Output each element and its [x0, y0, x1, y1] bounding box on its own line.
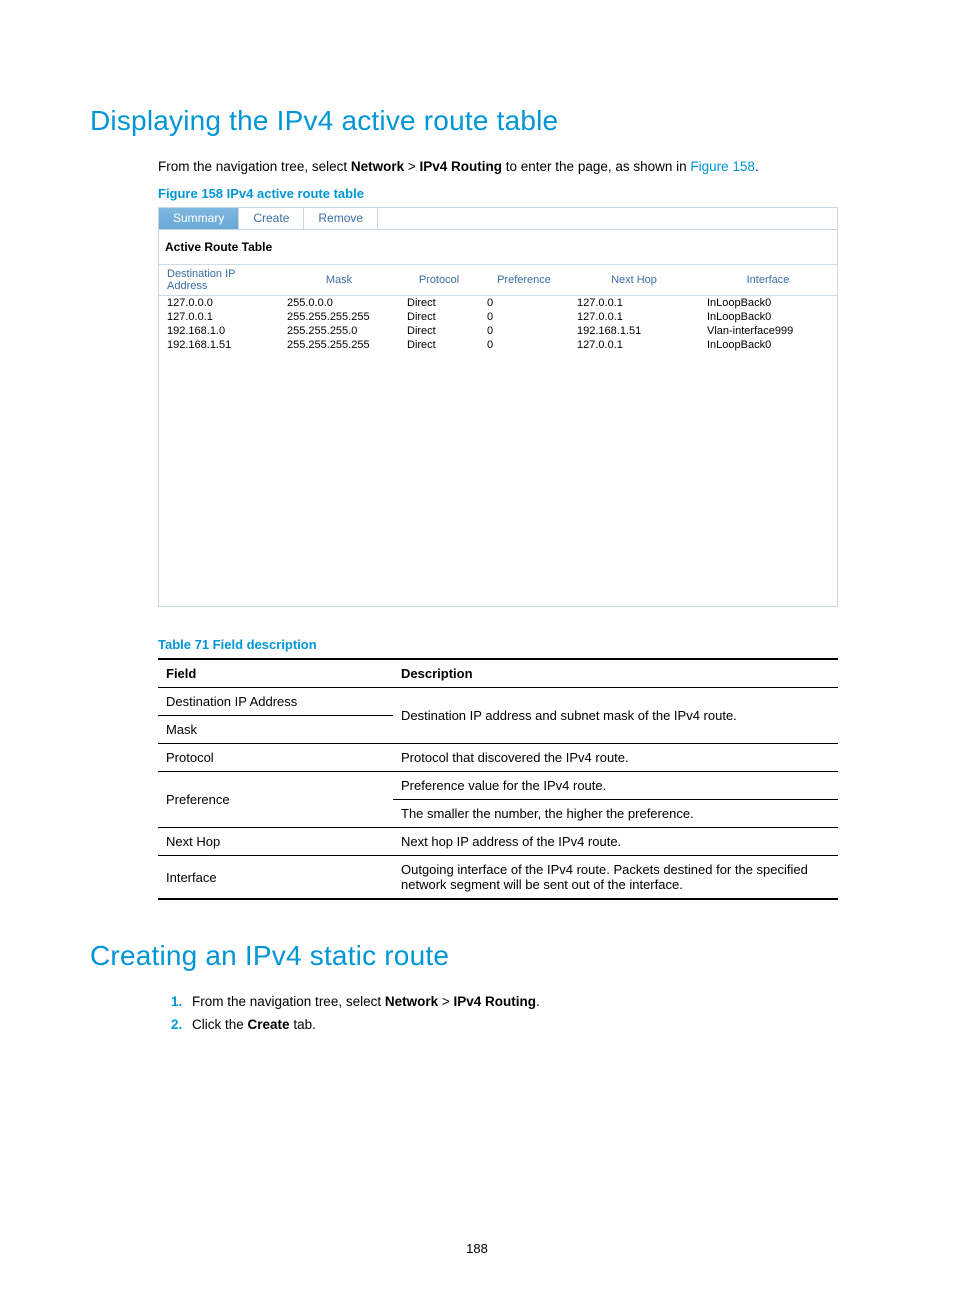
cell-nexthop: 192.168.1.51 [569, 324, 699, 338]
desc-field: Preference [158, 772, 393, 828]
table-row: 192.168.1.0 255.255.255.0 Direct 0 192.1… [159, 324, 837, 338]
intro-sep: > [404, 159, 419, 174]
cell-dest: 192.168.1.0 [159, 324, 279, 338]
heading-creating: Creating an IPv4 static route [90, 940, 864, 972]
cell-pref: 0 [479, 338, 569, 352]
desc-text: The smaller the number, the higher the p… [393, 800, 838, 828]
panel-empty-space [159, 352, 837, 602]
intro-paragraph: From the navigation tree, select Network… [158, 159, 864, 174]
desc-text: Next hop IP address of the IPv4 route. [393, 828, 838, 856]
desc-row: Destination IP Address Destination IP ad… [158, 688, 838, 716]
cell-pref: 0 [479, 296, 569, 311]
desc-col-desc: Description [393, 659, 838, 688]
col-pref[interactable]: Preference [479, 265, 569, 296]
cell-nexthop: 127.0.0.1 [569, 338, 699, 352]
desc-text: Outgoing interface of the IPv4 route. Pa… [393, 856, 838, 900]
step1-sep: > [438, 994, 453, 1009]
table-row: 192.168.1.51 255.255.255.255 Direct 0 12… [159, 338, 837, 352]
step2-suffix: tab. [290, 1017, 316, 1032]
step1-suffix: . [536, 994, 540, 1009]
desc-row: Preference Preference value for the IPv4… [158, 772, 838, 800]
steps-list: From the navigation tree, select Network… [158, 994, 864, 1032]
cell-proto: Direct [399, 296, 479, 311]
col-mask[interactable]: Mask [279, 265, 399, 296]
figure-caption: Figure 158 IPv4 active route table [158, 186, 864, 201]
desc-field: Next Hop [158, 828, 393, 856]
cell-iface: InLoopBack0 [699, 310, 837, 324]
step1-nav-ipv4routing: IPv4 Routing [454, 994, 537, 1009]
table-row: 127.0.0.0 255.0.0.0 Direct 0 127.0.0.1 I… [159, 296, 837, 311]
intro-nav-ipv4routing: IPv4 Routing [420, 159, 503, 174]
intro-mid: to enter the page, as shown in [502, 159, 690, 174]
table-caption: Table 71 Field description [158, 637, 864, 652]
cell-nexthop: 127.0.0.1 [569, 310, 699, 324]
table-row: 127.0.0.1 255.255.255.255 Direct 0 127.0… [159, 310, 837, 324]
heading-displaying: Displaying the IPv4 active route table [90, 105, 864, 137]
field-description-table: Field Description Destination IP Address… [158, 658, 838, 900]
cell-proto: Direct [399, 310, 479, 324]
tab-create[interactable]: Create [239, 208, 304, 229]
figure-link[interactable]: Figure 158 [690, 159, 755, 174]
cell-proto: Direct [399, 324, 479, 338]
desc-row: Protocol Protocol that discovered the IP… [158, 744, 838, 772]
panel-title: Active Route Table [159, 238, 837, 264]
intro-suffix: . [755, 159, 759, 174]
step1-prefix: From the navigation tree, select [192, 994, 385, 1009]
desc-text: Preference value for the IPv4 route. [393, 772, 838, 800]
cell-dest: 192.168.1.51 [159, 338, 279, 352]
cell-pref: 0 [479, 310, 569, 324]
desc-row: Next Hop Next hop IP address of the IPv4… [158, 828, 838, 856]
cell-mask: 255.255.255.0 [279, 324, 399, 338]
col-iface[interactable]: Interface [699, 265, 837, 296]
cell-mask: 255.255.255.255 [279, 338, 399, 352]
tab-bar: Summary Create Remove [159, 208, 837, 230]
intro-nav-network: Network [351, 159, 404, 174]
desc-field: Interface [158, 856, 393, 900]
step-2: Click the Create tab. [186, 1017, 864, 1032]
cell-dest: 127.0.0.0 [159, 296, 279, 311]
col-proto[interactable]: Protocol [399, 265, 479, 296]
cell-iface: InLoopBack0 [699, 338, 837, 352]
desc-field: Mask [158, 716, 393, 744]
step1-nav-network: Network [385, 994, 438, 1009]
route-table: Destination IP Address Mask Protocol Pre… [159, 264, 837, 352]
cell-iface: InLoopBack0 [699, 296, 837, 311]
intro-text: From the navigation tree, select [158, 159, 351, 174]
page-number: 188 [0, 1241, 954, 1256]
tab-remove[interactable]: Remove [304, 208, 378, 229]
cell-mask: 255.0.0.0 [279, 296, 399, 311]
cell-iface: Vlan-interface999 [699, 324, 837, 338]
cell-nexthop: 127.0.0.1 [569, 296, 699, 311]
desc-col-field: Field [158, 659, 393, 688]
desc-field: Protocol [158, 744, 393, 772]
panel-body: Active Route Table Destination IP Addres… [159, 230, 837, 606]
col-nexthop[interactable]: Next Hop [569, 265, 699, 296]
step-1: From the navigation tree, select Network… [186, 994, 864, 1009]
route-header-row: Destination IP Address Mask Protocol Pre… [159, 265, 837, 296]
tab-summary[interactable]: Summary [159, 208, 239, 229]
step2-prefix: Click the [192, 1017, 248, 1032]
step2-create: Create [248, 1017, 290, 1032]
cell-proto: Direct [399, 338, 479, 352]
desc-text: Protocol that discovered the IPv4 route. [393, 744, 838, 772]
desc-header-row: Field Description [158, 659, 838, 688]
cell-dest: 127.0.0.1 [159, 310, 279, 324]
desc-row: Interface Outgoing interface of the IPv4… [158, 856, 838, 900]
cell-pref: 0 [479, 324, 569, 338]
desc-field: Destination IP Address [158, 688, 393, 716]
route-panel: Summary Create Remove Active Route Table… [158, 207, 838, 607]
desc-text: Destination IP address and subnet mask o… [393, 688, 838, 744]
cell-mask: 255.255.255.255 [279, 310, 399, 324]
col-dest[interactable]: Destination IP Address [159, 265, 279, 296]
